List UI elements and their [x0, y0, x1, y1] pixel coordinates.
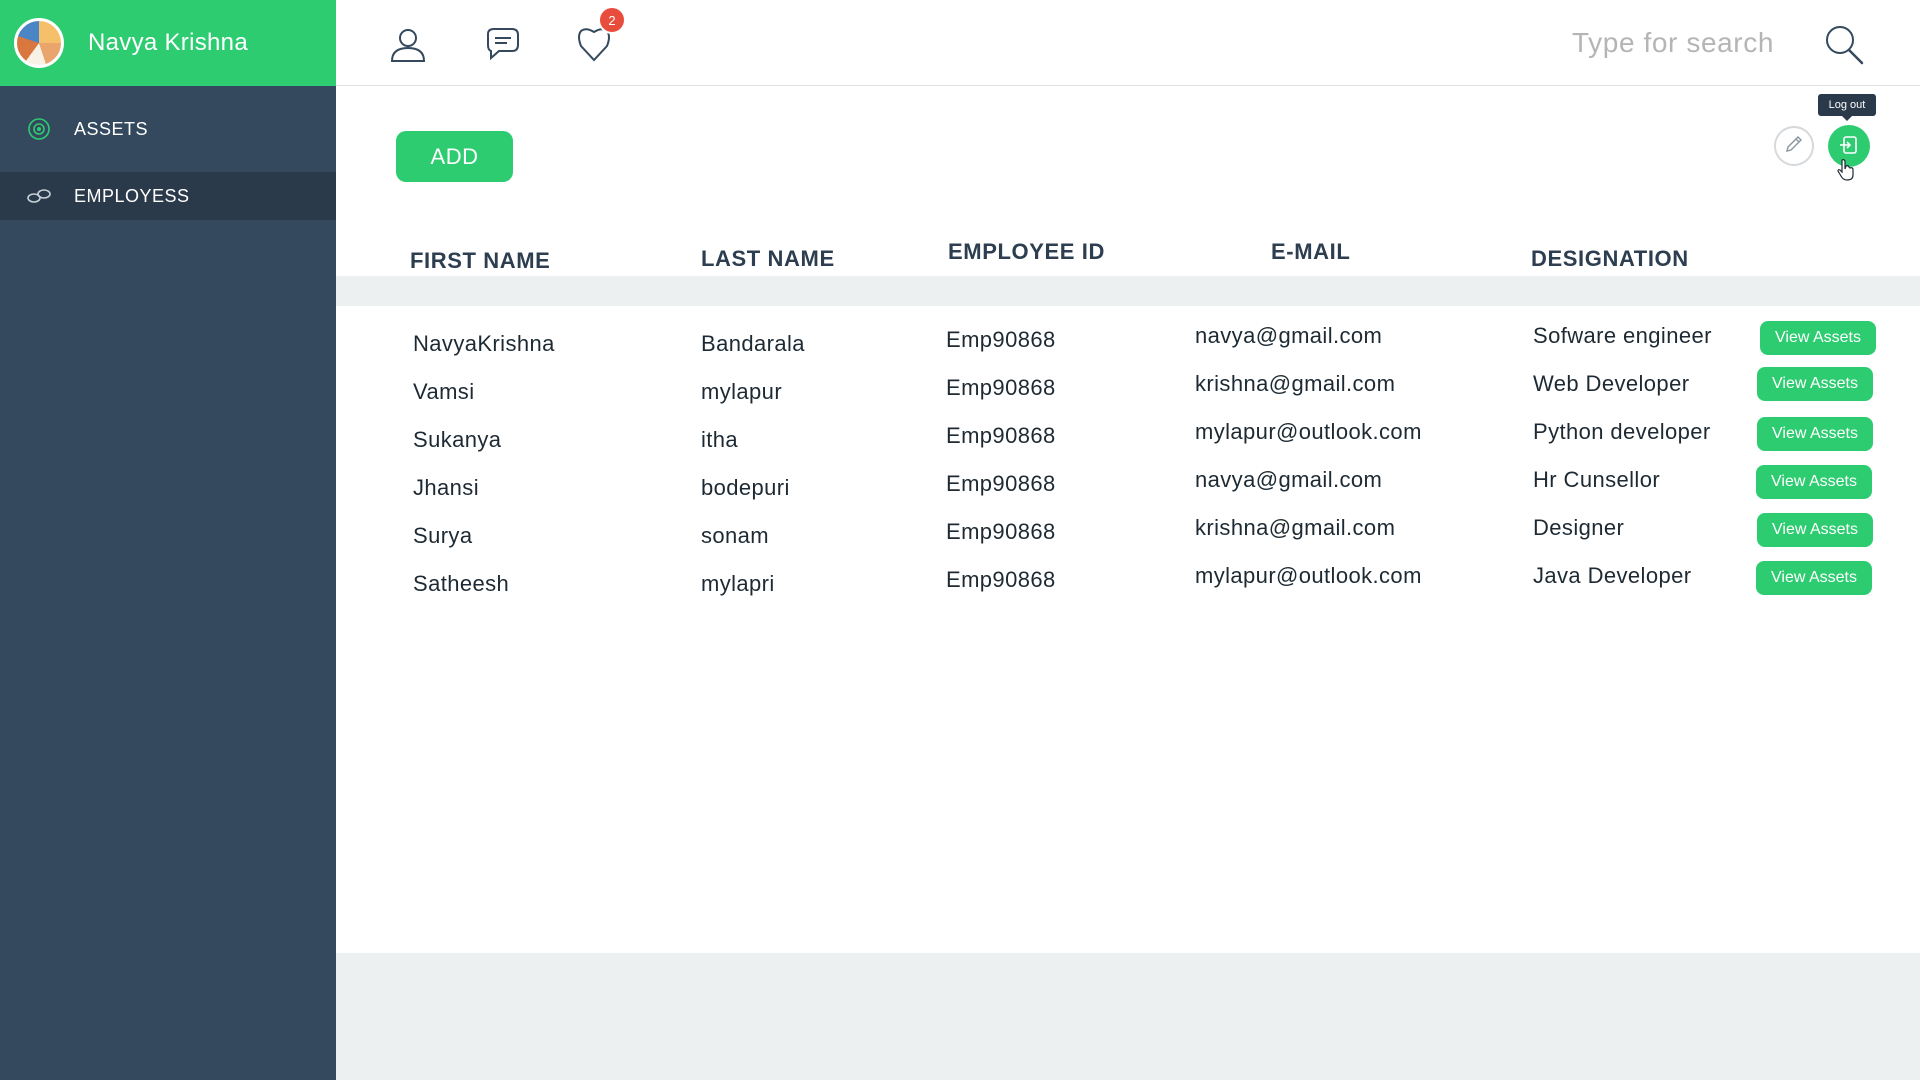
column-header-first-name[interactable]: FIRST NAME: [410, 248, 550, 274]
cell-first-name: Vamsi: [413, 379, 475, 404]
edit-button[interactable]: [1774, 126, 1814, 166]
cell-first-name: Sukanya: [413, 427, 502, 452]
cell-last-name: sonam: [701, 523, 770, 548]
cell-first-name: Satheesh: [413, 571, 510, 596]
search-input[interactable]: [1554, 20, 1774, 66]
column-header-last-name[interactable]: LAST NAME: [701, 246, 835, 272]
notification-badge: 2: [598, 6, 626, 34]
view-assets-button[interactable]: View Assets: [1757, 417, 1873, 451]
cell-first-name: Jhansi: [413, 475, 479, 500]
cell-email: krishna@gmail.com: [1195, 515, 1396, 540]
cell-email: krishna@gmail.com: [1195, 371, 1396, 396]
logout-icon: [1838, 134, 1860, 159]
pencil-icon: [1784, 134, 1804, 159]
sidebar-item-assets[interactable]: ASSETS: [0, 86, 336, 172]
search-icon[interactable]: [1822, 22, 1868, 68]
sidebar: Navya Krishna ASSETS EMPLOYESS: [0, 0, 336, 1080]
cell-email: navya@gmail.com: [1195, 323, 1383, 348]
cell-designation: Web Developer: [1533, 371, 1690, 396]
user-icon[interactable]: [386, 22, 430, 66]
top-bar: 2: [336, 0, 1920, 86]
cell-designation: Java Developer: [1533, 563, 1692, 588]
view-assets-button[interactable]: View Assets: [1757, 367, 1873, 401]
logout-tooltip: Log out: [1818, 94, 1876, 121]
cell-email: mylapur@outlook.com: [1195, 419, 1422, 444]
cell-employee-id: Emp90868: [946, 519, 1056, 544]
profile-header[interactable]: Navya Krishna: [0, 0, 336, 86]
target-icon: [26, 116, 52, 142]
chat-icon[interactable]: [480, 22, 524, 66]
cell-designation: Sofware engineer: [1533, 323, 1712, 348]
cell-last-name: itha: [701, 427, 739, 452]
cell-designation: Designer: [1533, 515, 1625, 540]
sidebar-item-employess[interactable]: EMPLOYESS: [0, 172, 336, 220]
cell-first-name: NavyaKrishna: [413, 331, 555, 356]
sidebar-item-label: EMPLOYESS: [74, 185, 190, 206]
view-assets-button[interactable]: View Assets: [1756, 561, 1872, 595]
cell-last-name: Bandarala: [701, 331, 805, 356]
view-assets-button[interactable]: View Assets: [1756, 465, 1872, 499]
cell-first-name: Surya: [413, 523, 473, 548]
cell-last-name: mylapri: [701, 571, 775, 596]
cell-employee-id: Emp90868: [946, 471, 1056, 496]
cell-email: navya@gmail.com: [1195, 467, 1383, 492]
view-assets-button[interactable]: View Assets: [1757, 513, 1873, 547]
add-button[interactable]: ADD: [396, 131, 513, 182]
cell-last-name: bodepuri: [701, 475, 790, 500]
link-icon: [26, 183, 52, 209]
cell-employee-id: Emp90868: [946, 375, 1056, 400]
cell-employee-id: Emp90868: [946, 423, 1056, 448]
footer-band: [336, 953, 1920, 1080]
view-assets-button[interactable]: View Assets: [1760, 321, 1876, 355]
column-header-email[interactable]: E-MAIL: [1271, 239, 1350, 265]
cell-employee-id: Emp90868: [946, 327, 1056, 352]
column-header-designation[interactable]: DESIGNATION: [1531, 246, 1689, 272]
cell-email: mylapur@outlook.com: [1195, 563, 1422, 588]
cell-last-name: mylapur: [701, 379, 783, 404]
column-header-employee-id[interactable]: EMPLOYEE ID: [948, 239, 1105, 265]
cell-employee-id: Emp90868: [946, 567, 1056, 592]
sidebar-item-label: ASSETS: [74, 118, 149, 139]
notification-icon[interactable]: 2: [572, 6, 626, 66]
cell-designation: Python developer: [1533, 419, 1711, 444]
cell-designation: Hr Cunsellor: [1533, 467, 1661, 492]
avatar[interactable]: [14, 18, 64, 68]
profile-name: Navya Krishna: [88, 29, 248, 56]
hand-cursor-icon: [1836, 158, 1856, 182]
table-header-band: [336, 276, 1920, 306]
